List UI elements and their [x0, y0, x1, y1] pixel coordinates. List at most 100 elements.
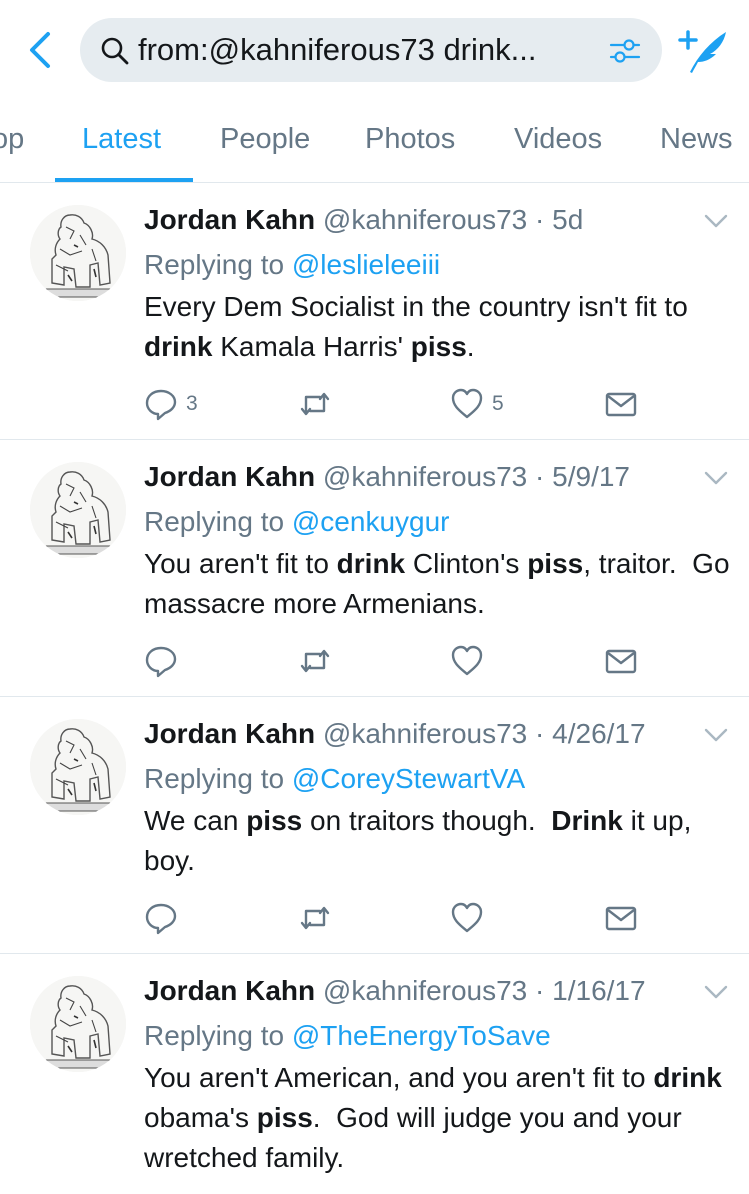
retweet-icon: [300, 906, 330, 930]
separator-dot: ·: [535, 975, 545, 1006]
reply-button[interactable]: 3: [144, 387, 198, 421]
replying-to-label: Replying to: [144, 763, 285, 794]
highlighted-search-term: drink: [653, 1062, 722, 1093]
like-icon: [451, 902, 483, 933]
caret-down-icon[interactable]: [704, 727, 728, 743]
tweet-text-segment: You aren't American, and you aren't fit …: [144, 1062, 654, 1093]
author-name[interactable]: Jordan Kahn: [144, 718, 315, 749]
tab-latest[interactable]: Latest: [82, 122, 161, 156]
tab-videos[interactable]: Videos: [514, 122, 602, 156]
highlighted-search-term: drink: [144, 331, 213, 362]
author-handle[interactable]: @kahniferous73: [323, 975, 527, 1006]
back-chevron-icon[interactable]: [22, 30, 58, 70]
retweet-icon: [300, 392, 330, 416]
tweet-header: Jordan Kahn @kahniferous73 · 5d: [144, 203, 583, 237]
separator-dot: ·: [535, 718, 545, 749]
like-button[interactable]: [450, 901, 492, 935]
replying-to-line: Replying to @cenkuygur: [144, 505, 449, 539]
tweet-text: We can piss on traitors though. Drink it…: [144, 801, 734, 881]
reply-button[interactable]: [144, 901, 186, 935]
active-tab-indicator: [55, 178, 193, 182]
filter-icon[interactable]: [608, 34, 642, 68]
search-tabs: op Latest People Photos Videos News: [0, 100, 749, 183]
tweet[interactable]: Jordan Kahn @kahniferous73 · 1/16/17 Rep…: [0, 954, 749, 1194]
reply-icon: [145, 903, 177, 935]
direct-message-button[interactable]: [604, 644, 638, 678]
like-button[interactable]: 5: [450, 387, 504, 421]
mention-link[interactable]: @cenkuygur: [292, 506, 450, 537]
tweet[interactable]: Jordan Kahn @kahniferous73 · 5/9/17 Repl…: [0, 440, 749, 697]
like-button[interactable]: [450, 644, 492, 678]
caret-down-icon[interactable]: [704, 213, 728, 229]
search-input[interactable]: from:@kahniferous73 drink...: [80, 18, 662, 82]
tweet-text: You aren't American, and you aren't fit …: [144, 1058, 734, 1178]
highlighted-search-term: piss: [410, 331, 467, 362]
highlighted-search-term: drink: [336, 548, 406, 579]
author-handle[interactable]: @kahniferous73: [323, 461, 527, 492]
tweet-text: Every Dem Socialist in the country isn't…: [144, 287, 734, 367]
reply-icon: [145, 389, 177, 421]
caret-down-icon[interactable]: [704, 470, 728, 486]
tweet-text-segment: Clinton's: [405, 548, 528, 579]
tweet-text-segment: We can: [144, 805, 247, 836]
tweet-actions: [144, 644, 734, 678]
tweet[interactable]: Jordan Kahn @kahniferous73 · 4/26/17 Rep…: [0, 697, 749, 954]
tab-top[interactable]: op: [0, 122, 24, 156]
tweet-text-segment: .: [466, 331, 475, 362]
tab-photos[interactable]: Photos: [365, 122, 455, 156]
replying-to-label: Replying to: [144, 249, 285, 280]
retweet-button[interactable]: [298, 901, 340, 935]
mention-link[interactable]: @CoreyStewartVA: [292, 763, 525, 794]
highlighted-search-term: piss: [246, 805, 303, 836]
direct-message-icon: [605, 392, 637, 417]
author-handle[interactable]: @kahniferous73: [323, 718, 527, 749]
replying-to-label: Replying to: [144, 1020, 285, 1051]
author-name[interactable]: Jordan Kahn: [144, 461, 315, 492]
direct-message-button[interactable]: [604, 387, 638, 421]
author-name[interactable]: Jordan Kahn: [144, 975, 315, 1006]
highlighted-search-term: piss: [527, 548, 584, 579]
mention-link[interactable]: @TheEnergyToSave: [292, 1020, 551, 1051]
author-handle[interactable]: @kahniferous73: [323, 204, 527, 235]
author-name[interactable]: Jordan Kahn: [144, 204, 315, 235]
direct-message-icon: [605, 649, 637, 674]
retweet-button[interactable]: [298, 644, 340, 678]
avatar-statue-image: [30, 462, 126, 558]
avatar[interactable]: [30, 719, 126, 815]
tweet-actions: [144, 901, 734, 935]
replying-to-line: Replying to @CoreyStewartVA: [144, 762, 525, 796]
avatar[interactable]: [30, 462, 126, 558]
replying-to-label: Replying to: [144, 506, 285, 537]
retweet-button[interactable]: [298, 387, 340, 421]
search-query-text[interactable]: from:@kahniferous73 drink...: [138, 32, 598, 68]
replying-to-line: Replying to @TheEnergyToSave: [144, 1019, 551, 1053]
reply-button[interactable]: [144, 644, 186, 678]
compose-tweet-icon[interactable]: [676, 26, 728, 78]
direct-message-icon: [605, 906, 637, 931]
tweet-date[interactable]: 1/16/17: [552, 975, 645, 1006]
avatar[interactable]: [30, 976, 126, 1072]
tweet-text-segment: You aren't fit to: [144, 548, 337, 579]
reply-icon: [145, 646, 177, 678]
replying-to-line: Replying to @leslieleeiii: [144, 248, 440, 282]
separator-dot: ·: [535, 204, 545, 235]
tweet-date[interactable]: 4/26/17: [552, 718, 645, 749]
like-icon: [451, 645, 483, 676]
tab-news[interactable]: News: [660, 122, 733, 156]
highlighted-search-term: piss: [256, 1102, 313, 1133]
avatar[interactable]: [30, 205, 126, 301]
tweet-text: You aren't fit to drink Clinton's piss, …: [144, 544, 734, 624]
tweet-header: Jordan Kahn @kahniferous73 · 1/16/17: [144, 974, 646, 1008]
direct-message-button[interactable]: [604, 901, 638, 935]
tweet-actions: 3 5: [144, 387, 734, 421]
avatar-statue-image: [30, 719, 126, 815]
tweet-date[interactable]: 5/9/17: [552, 461, 630, 492]
mention-link[interactable]: @leslieleeiii: [292, 249, 440, 280]
caret-down-icon[interactable]: [704, 984, 728, 1000]
tweet-text-segment: Kamala Harris': [212, 331, 411, 362]
tweet-date[interactable]: 5d: [552, 204, 583, 235]
tab-people[interactable]: People: [220, 122, 310, 156]
tweet[interactable]: Jordan Kahn @kahniferous73 · 5d Replying…: [0, 183, 749, 440]
highlighted-search-term: Drink: [551, 805, 623, 836]
tweet-header: Jordan Kahn @kahniferous73 · 4/26/17: [144, 717, 646, 751]
